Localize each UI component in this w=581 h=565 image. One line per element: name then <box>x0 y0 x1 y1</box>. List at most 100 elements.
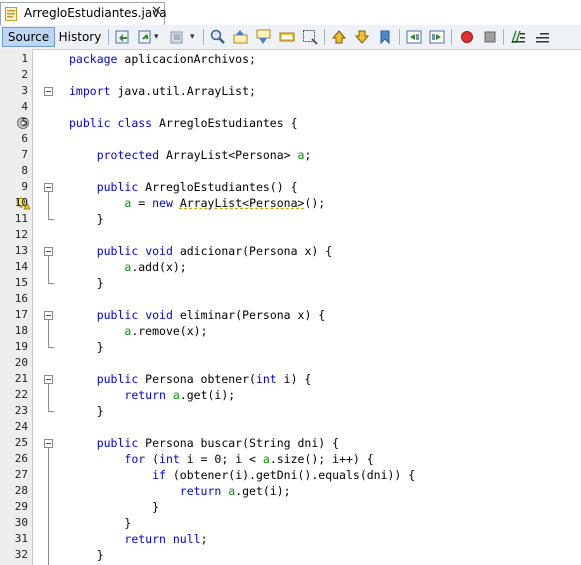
history-view-button[interactable]: History <box>57 27 103 47</box>
line-number: 26 <box>14 452 28 465</box>
previous-bookmark-icon[interactable] <box>331 29 347 45</box>
code-text[interactable]: } <box>69 547 104 563</box>
line-number: 7 <box>21 148 28 161</box>
code-line[interactable]: 31 return null; <box>0 531 581 547</box>
code-line[interactable]: 8 <box>0 163 581 179</box>
code-line[interactable]: 32 } <box>0 547 581 563</box>
line-number: 20 <box>14 356 28 369</box>
line-number: 32 <box>14 548 28 561</box>
code-line[interactable]: 14 a.add(x); <box>0 259 581 275</box>
record-macro-icon[interactable] <box>459 29 475 45</box>
line-number: 27 <box>14 468 28 481</box>
code-text[interactable]: } <box>69 211 104 227</box>
code-line[interactable]: 21 public Persona obtener(int i) { <box>0 371 581 387</box>
line-number: 30 <box>14 516 28 529</box>
code-text[interactable]: import java.util.ArrayList; <box>69 83 256 99</box>
code-line[interactable]: 23 } <box>0 403 581 419</box>
toggle-bookmark-icon[interactable] <box>377 29 393 45</box>
line-number: 21 <box>14 372 28 385</box>
code-text[interactable]: public class ArregloEstudiantes { <box>69 115 298 131</box>
forward-icon[interactable] <box>169 29 185 45</box>
find-next-icon[interactable] <box>256 29 272 45</box>
code-text[interactable]: public void eliminar(Persona x) { <box>69 307 326 323</box>
code-line[interactable]: 10 a = new ArrayList<Persona>(); <box>0 195 581 211</box>
code-line[interactable]: 12 <box>0 227 581 243</box>
shift-left-icon[interactable] <box>406 29 422 45</box>
line-number: 24 <box>14 420 28 433</box>
code-text[interactable]: a = new ArrayList<Persona>(); <box>69 195 325 211</box>
code-text[interactable]: protected ArrayList<Persona> a; <box>69 147 312 163</box>
code-text[interactable]: for (int i = 0; i < a.size(); i++) { <box>69 451 373 467</box>
code-line[interactable]: 16 <box>0 291 581 307</box>
code-line[interactable]: 7 protected ArrayList<Persona> a; <box>0 147 581 163</box>
code-line[interactable]: 30 } <box>0 515 581 531</box>
code-text[interactable]: public Persona buscar(String dni) { <box>69 435 339 451</box>
code-text[interactable]: return a.get(i); <box>69 483 291 499</box>
code-line[interactable]: 29 } <box>0 499 581 515</box>
comment-icon[interactable] <box>510 29 526 45</box>
close-tab-icon[interactable]: ✕ <box>151 4 162 19</box>
find-selection-icon[interactable] <box>210 29 226 45</box>
code-text[interactable]: return a.get(i); <box>69 387 235 403</box>
toggle-highlight-icon[interactable] <box>279 29 295 45</box>
uncomment-icon[interactable] <box>534 29 550 45</box>
line-number: 29 <box>14 500 28 513</box>
file-tab[interactable]: ArregloEstudiantes.java ✕ <box>0 2 167 25</box>
code-line[interactable]: 20 <box>0 355 581 371</box>
code-text[interactable]: } <box>69 275 104 291</box>
line-number: 22 <box>14 388 28 401</box>
code-line[interactable]: 2 <box>0 67 581 83</box>
shift-right-icon[interactable] <box>429 29 445 45</box>
line-number: 28 <box>14 484 28 497</box>
code-text[interactable]: } <box>69 515 131 531</box>
code-text[interactable]: public void adicionar(Persona x) { <box>69 243 332 259</box>
toolbar-separator <box>451 29 452 45</box>
code-line[interactable]: 6 <box>0 131 581 147</box>
source-view-button[interactable]: Source <box>2 27 55 47</box>
line-number: 1 <box>21 52 28 65</box>
code-text[interactable]: } <box>69 499 159 515</box>
code-line[interactable]: 11 } <box>0 211 581 227</box>
line-number: 23 <box>14 404 28 417</box>
line-number: 4 <box>21 100 28 113</box>
line-number: 13 <box>14 244 28 257</box>
editor-tab-bar: ArregloEstudiantes.java ✕ <box>0 0 581 26</box>
code-text[interactable]: } <box>69 339 104 355</box>
code-text[interactable]: } <box>69 403 104 419</box>
code-line[interactable]: 5 public class ArregloEstudiantes { <box>0 115 581 131</box>
line-number: 10 <box>14 196 28 209</box>
back-dropdown-icon[interactable]: ▾ <box>154 32 170 48</box>
code-line[interactable]: 17 public void eliminar(Persona x) { <box>0 307 581 323</box>
code-text[interactable]: if (obtener(i).getDni().equals(dni)) { <box>69 467 415 483</box>
code-line[interactable]: 1 package aplicacionArchivos; <box>0 51 581 67</box>
line-number: 3 <box>21 84 28 97</box>
find-previous-icon[interactable] <box>233 29 249 45</box>
code-line[interactable]: 27 if (obtener(i).getDni().equals(dni)) … <box>0 467 581 483</box>
code-line[interactable]: 26 for (int i = 0; i < a.size(); i++) { <box>0 451 581 467</box>
code-line[interactable]: 24 <box>0 419 581 435</box>
toggle-rectangular-selection-icon[interactable] <box>302 29 318 45</box>
code-line[interactable]: 25 public Persona buscar(String dni) { <box>0 435 581 451</box>
code-line[interactable]: 3 import java.util.ArrayList; <box>0 83 581 99</box>
code-line[interactable]: 19 } <box>0 339 581 355</box>
code-line[interactable]: 22 return a.get(i); <box>0 387 581 403</box>
code-text[interactable]: a.add(x); <box>69 259 186 275</box>
code-text[interactable]: a.remove(x); <box>69 323 207 339</box>
code-line[interactable]: 4 <box>0 99 581 115</box>
line-number: 5 <box>21 116 28 129</box>
code-text[interactable]: package aplicacionArchivos; <box>69 51 256 67</box>
last-edit-icon[interactable] <box>115 29 131 45</box>
code-line[interactable]: 15 } <box>0 275 581 291</box>
back-icon[interactable] <box>137 29 153 45</box>
line-number: 9 <box>21 180 28 193</box>
file-tab-label: ArregloEstudiantes.java <box>24 6 167 20</box>
code-line[interactable]: 28 return a.get(i); <box>0 483 581 499</box>
next-bookmark-icon[interactable] <box>354 29 370 45</box>
code-line[interactable]: 18 a.remove(x); <box>0 323 581 339</box>
stop-macro-icon[interactable] <box>482 29 498 45</box>
code-text[interactable]: public Persona obtener(int i) { <box>69 371 312 387</box>
code-line[interactable]: 9 public ArregloEstudiantes() { <box>0 179 581 195</box>
code-text[interactable]: return null; <box>69 531 207 547</box>
code-line[interactable]: 13 public void adicionar(Persona x) { <box>0 243 581 259</box>
code-text[interactable]: public ArregloEstudiantes() { <box>69 179 298 195</box>
